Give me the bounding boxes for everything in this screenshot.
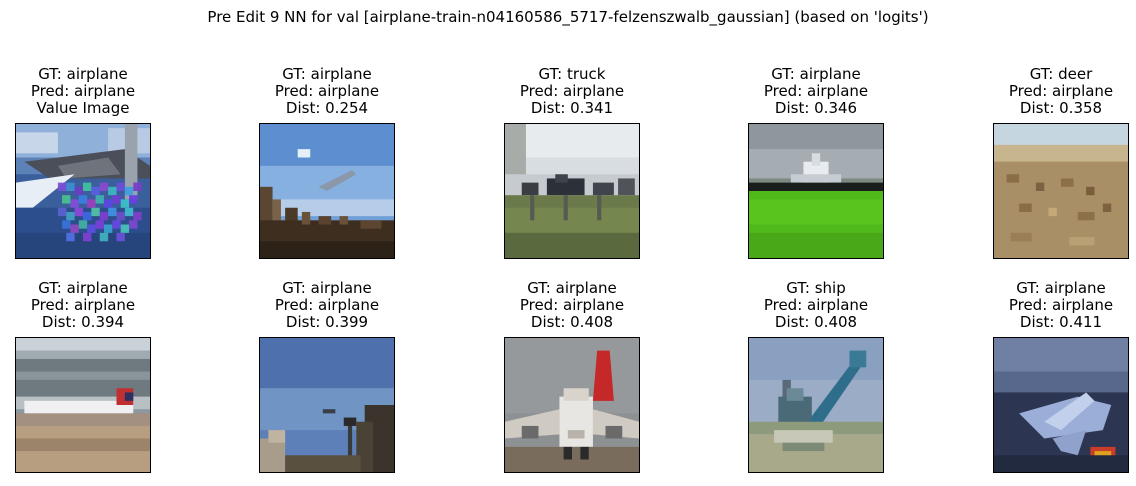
gt-label: GT: airplane <box>771 65 861 83</box>
panel-caption: GT: airplane Pred: airplane Dist: 0.399 <box>219 280 435 331</box>
thumbnail-image <box>15 337 151 473</box>
panel-caption: GT: airplane Pred: airplane Dist: 0.408 <box>464 280 680 331</box>
pred-label: Pred: airplane <box>763 82 869 100</box>
thumbnail-image <box>504 337 640 473</box>
thumbnail-image <box>993 337 1129 473</box>
thumbnail-image <box>259 123 395 259</box>
info-label: Dist: 0.408 <box>530 313 614 331</box>
thumbnail-image <box>748 337 884 473</box>
gt-label: GT: truck <box>538 65 606 83</box>
gt-label: GT: airplane <box>38 279 128 297</box>
gt-label: GT: airplane <box>38 65 128 83</box>
info-label: Dist: 0.346 <box>774 99 858 117</box>
pred-label: Pred: airplane <box>30 82 136 100</box>
figure-title: Pre Edit 9 NN for val [airplane-train-n0… <box>207 8 929 26</box>
info-label: Dist: 0.411 <box>1019 313 1103 331</box>
pred-label: Pred: airplane <box>519 296 625 314</box>
panel-caption: GT: airplane Pred: airplane Dist: 0.394 <box>0 280 191 331</box>
panel-caption: GT: truck Pred: airplane Dist: 0.341 <box>464 66 680 117</box>
gt-label: GT: airplane <box>527 279 617 297</box>
info-label: Dist: 0.394 <box>41 313 125 331</box>
info-label: Dist: 0.358 <box>1019 99 1103 117</box>
thumbnail-image <box>15 123 151 259</box>
thumbnail-image <box>993 123 1129 259</box>
panel-caption: GT: airplane Pred: airplane Dist: 0.254 <box>219 66 435 117</box>
info-label: Dist: 0.399 <box>285 313 369 331</box>
gt-label: GT: deer <box>1029 65 1093 83</box>
info-label: Dist: 0.408 <box>774 313 858 331</box>
info-label: Dist: 0.341 <box>530 99 614 117</box>
pred-label: Pred: airplane <box>763 296 869 314</box>
thumbnail-image <box>748 123 884 259</box>
panel-caption: GT: airplane Pred: airplane Dist: 0.411 <box>953 280 1136 331</box>
panel-caption: GT: deer Pred: airplane Dist: 0.358 <box>953 66 1136 117</box>
pred-label: Pred: airplane <box>274 296 380 314</box>
panel-caption: GT: airplane Pred: airplane Dist: 0.346 <box>708 66 924 117</box>
pred-label: Pred: airplane <box>274 82 380 100</box>
panel-caption: GT: ship Pred: airplane Dist: 0.408 <box>708 280 924 331</box>
info-label: Dist: 0.254 <box>285 99 369 117</box>
info-label: Value Image <box>36 99 130 117</box>
thumbnail-image <box>259 337 395 473</box>
gt-label: GT: ship <box>786 279 846 297</box>
gt-label: GT: airplane <box>1016 279 1106 297</box>
panel-caption: GT: airplane Pred: airplane Value Image <box>0 66 191 117</box>
pred-label: Pred: airplane <box>30 296 136 314</box>
gt-label: GT: airplane <box>282 279 372 297</box>
pred-label: Pred: airplane <box>1008 296 1114 314</box>
thumbnail-image <box>504 123 640 259</box>
gt-label: GT: airplane <box>282 65 372 83</box>
pred-label: Pred: airplane <box>1008 82 1114 100</box>
pred-label: Pred: airplane <box>519 82 625 100</box>
